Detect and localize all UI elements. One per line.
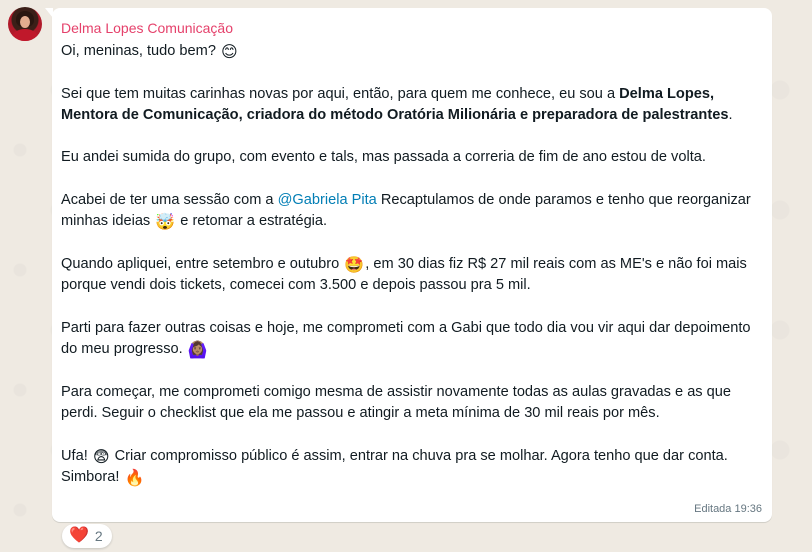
avatar-face <box>20 16 30 28</box>
anxious-face-emoji-icon: 😨 <box>92 448 110 466</box>
paragraph-commitment: Parti para fazer outras coisas e hoje, m… <box>61 318 763 361</box>
message-timestamp: Editada 19:36 <box>694 503 762 515</box>
paragraph-back: Eu andei sumida do grupo, com evento e t… <box>61 147 763 168</box>
results-text: Quando apliquei, entre setembro e outubr… <box>61 255 340 272</box>
sender-name[interactable]: Delma Lopes Comunicação <box>61 20 233 36</box>
back-text: Eu andei sumida do grupo, com evento e t… <box>61 149 706 166</box>
closing-ufa: Ufa! <box>61 447 88 464</box>
paragraph-intro: Sei que tem muitas carinhas novas por aq… <box>61 84 763 127</box>
woman-gesturing-emoji-icon: 🙆🏽‍♀️ <box>187 342 208 360</box>
exploding-head-emoji-icon: 🤯 <box>155 214 176 232</box>
commitment-text: Parti para fazer outras coisas e hoje, m… <box>61 319 751 358</box>
session-end-text: e retomar a estratégia. <box>176 213 328 230</box>
intro-text: Sei que tem muitas carinhas novas por aq… <box>61 85 620 102</box>
star-eyes-emoji-icon: 🤩 <box>344 256 365 274</box>
avatar-dress <box>12 29 38 41</box>
paragraph-results: Quando apliquei, entre setembro e outubr… <box>61 254 763 297</box>
avatar[interactable] <box>8 7 42 41</box>
reaction-count: 2 <box>94 528 103 544</box>
paragraph-plan: Para começar, me comprometi comigo mesma… <box>61 382 763 425</box>
paragraph-greeting: Oi, meninas, tudo bem? 😊 <box>61 41 763 62</box>
message-text: Oi, meninas, tudo bem? 😊 Sei que tem mui… <box>61 41 763 488</box>
mention-link[interactable]: @Gabriela Pita <box>278 192 377 208</box>
session-text: Acabei de ter uma sessão com a <box>61 192 278 209</box>
fire-emoji-icon: 🔥 <box>124 469 145 487</box>
paragraph-session: Acabei de ter uma sessão com a @Gabriela… <box>61 190 763 233</box>
smile-emoji-icon: 😊 <box>221 44 238 61</box>
closing-text: Criar compromisso público é assim, entra… <box>61 447 728 485</box>
heart-icon: ❤️ <box>69 527 89 544</box>
paragraph-closing: Ufa! 😨 Criar compromisso público é assim… <box>61 446 763 489</box>
plan-text: Para começar, me comprometi comigo mesma… <box>61 383 732 422</box>
intro-end: . <box>728 106 733 123</box>
message-bubble[interactable]: Delma Lopes Comunicação Oi, meninas, tud… <box>45 8 772 522</box>
reaction-badge[interactable]: ❤️ 2 <box>62 524 112 548</box>
greeting-text: Oi, meninas, tudo bem? <box>61 43 216 59</box>
